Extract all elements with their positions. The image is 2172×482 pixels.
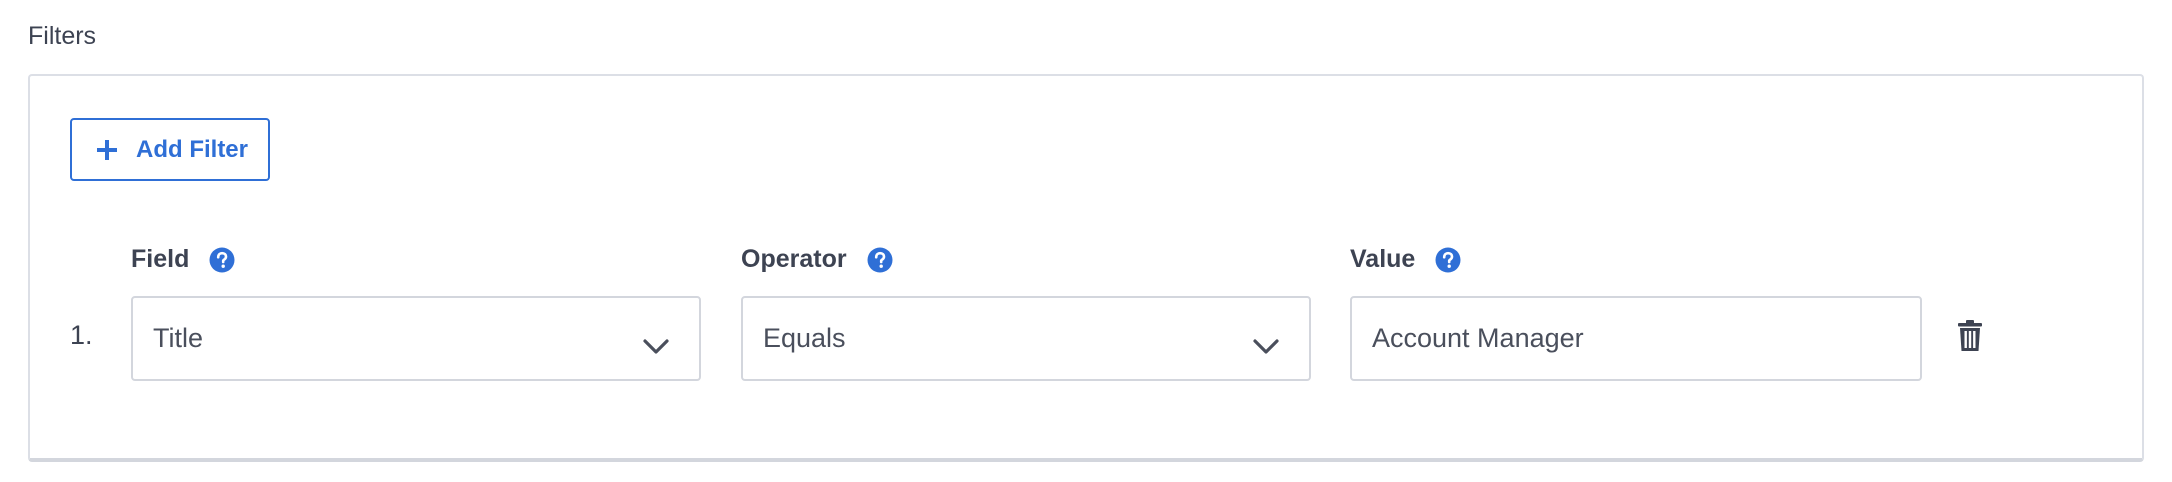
chevron-down-icon (1253, 331, 1279, 354)
field-column-header: Field (131, 245, 235, 274)
chevron-down-icon (643, 331, 669, 354)
operator-help-icon[interactable] (867, 247, 893, 273)
value-input-text: Account Manager (1372, 323, 1584, 353)
operator-select-value: Equals (763, 323, 846, 353)
trash-icon[interactable] (1957, 320, 1983, 352)
filter-row-number: 1. (70, 320, 93, 350)
field-select[interactable]: Title (131, 296, 701, 381)
plus-icon (96, 139, 118, 161)
value-input[interactable]: Account Manager (1350, 296, 1922, 381)
value-help-icon[interactable] (1435, 247, 1461, 273)
field-select-value: Title (153, 323, 204, 353)
value-label: Value (1350, 245, 1416, 273)
add-filter-button[interactable]: Add Filter (70, 118, 270, 181)
operator-label: Operator (741, 245, 847, 273)
value-column-header: Value (1350, 245, 1461, 274)
field-help-icon[interactable] (209, 247, 235, 273)
add-filter-label: Add Filter (136, 135, 248, 163)
field-label: Field (131, 245, 190, 273)
operator-column-header: Operator (741, 245, 893, 274)
operator-select[interactable]: Equals (741, 296, 1311, 381)
filters-panel (28, 74, 2144, 462)
section-title: Filters (28, 22, 97, 50)
